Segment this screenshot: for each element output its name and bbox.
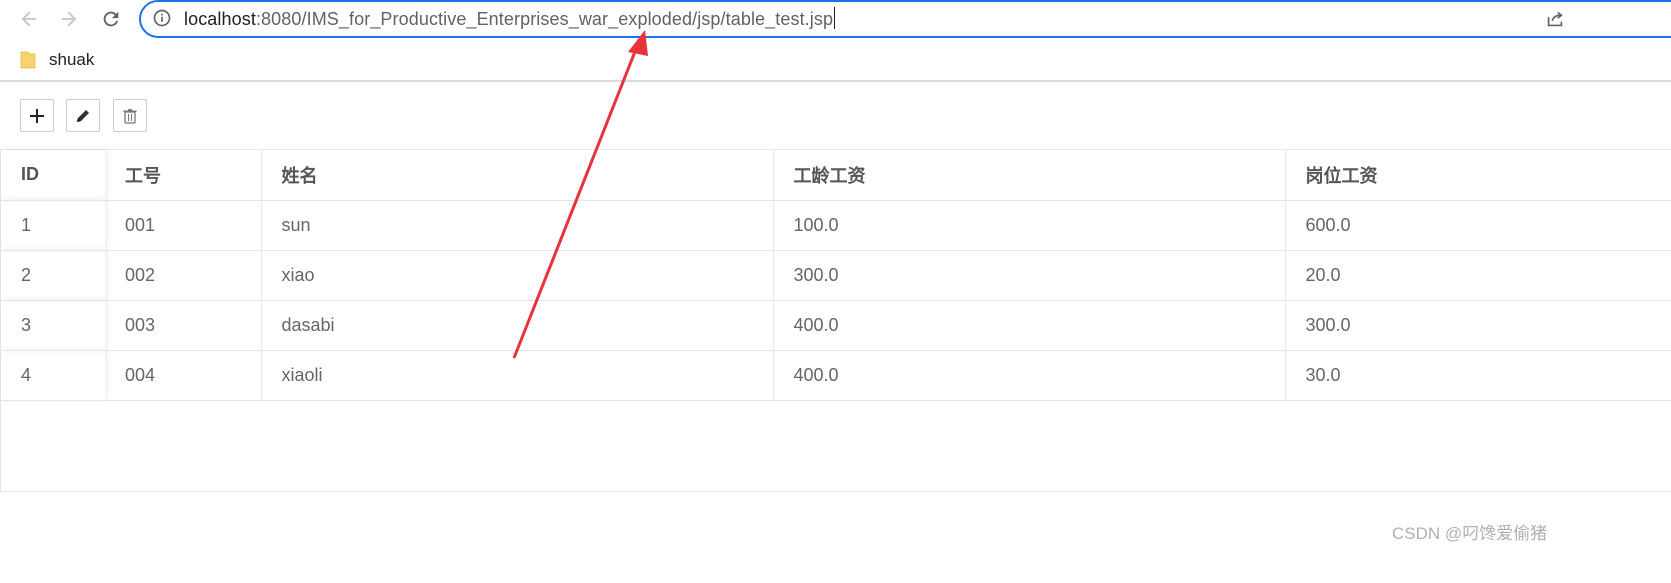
column-header-position-wage[interactable]: 岗位工资 <box>1285 150 1671 201</box>
table-row[interactable]: 3 003 dasabi 400.0 300.0 <box>1 300 1671 351</box>
column-header-seniority-wage[interactable]: 工龄工资 <box>773 150 1286 201</box>
cell-seniority-wage: 100.0 <box>773 200 1286 251</box>
back-button[interactable] <box>14 4 44 34</box>
add-button[interactable] <box>20 99 54 132</box>
browser-toolbar: localhost:8080/IMS_for_Productive_Enterp… <box>0 0 1671 38</box>
cell-name: sun <box>261 200 774 251</box>
cell-employee-no: 001 <box>105 200 262 251</box>
info-icon[interactable] <box>152 8 172 28</box>
url-host: localhost <box>184 9 256 29</box>
watermark: CSDN @叼馋爱偷猪 <box>1392 524 1548 543</box>
delete-button[interactable] <box>113 99 147 132</box>
url-text[interactable]: localhost:8080/IMS_for_Productive_Enterp… <box>184 7 836 30</box>
cell-id: 2 <box>1 250 105 301</box>
table-row[interactable]: 1 001 sun 100.0 600.0 <box>1 200 1671 251</box>
data-table-container: ID 工号 姓名 工龄工资 岗位工资 1 001 sun 100.0 600.0… <box>0 149 1671 492</box>
bookmark-label: shuak <box>49 50 95 69</box>
trash-icon <box>123 108 137 124</box>
edit-button[interactable] <box>66 99 100 132</box>
cell-seniority-wage: 300.0 <box>773 250 1286 301</box>
cell-position-wage: 600.0 <box>1285 200 1671 251</box>
folder-icon <box>20 51 36 69</box>
data-table: ID 工号 姓名 工龄工资 岗位工资 1 001 sun 100.0 600.0… <box>1 150 1671 401</box>
back-arrow-icon <box>21 11 37 27</box>
plus-icon <box>30 108 44 123</box>
bookmarks-bar: shuak <box>0 38 1671 82</box>
cell-name: dasabi <box>261 300 774 351</box>
cell-name: xiaoli <box>261 350 774 401</box>
column-header-name[interactable]: 姓名 <box>261 150 774 201</box>
url-path: :8080/IMS_for_Productive_Enterprises_war… <box>255 9 834 29</box>
table-row[interactable]: 4 004 xiaoli 400.0 30.0 <box>1 350 1671 401</box>
cell-position-wage: 300.0 <box>1285 300 1671 351</box>
cell-id: 4 <box>1 350 105 401</box>
table-row[interactable]: 2 002 xiao 300.0 20.0 <box>1 250 1671 301</box>
cell-employee-no: 003 <box>105 300 262 351</box>
table-header-row: ID 工号 姓名 工龄工资 岗位工资 <box>1 150 1671 201</box>
forward-button[interactable] <box>54 4 84 34</box>
cell-name: xiao <box>261 250 774 301</box>
cell-seniority-wage: 400.0 <box>773 350 1286 401</box>
cell-employee-no: 004 <box>105 350 262 401</box>
reload-icon <box>103 11 119 27</box>
cell-position-wage: 30.0 <box>1285 350 1671 401</box>
pencil-icon <box>77 109 89 122</box>
column-header-employee-no[interactable]: 工号 <box>105 150 262 201</box>
cell-id: 1 <box>1 200 105 251</box>
cell-id: 3 <box>1 300 105 351</box>
bookmark-folder-shuak[interactable]: shuak <box>20 50 94 70</box>
cell-position-wage: 20.0 <box>1285 250 1671 301</box>
text-cursor <box>834 7 836 29</box>
reload-button[interactable] <box>96 4 126 34</box>
cell-employee-no: 002 <box>105 250 262 301</box>
share-icon[interactable] <box>1544 8 1566 30</box>
column-header-id[interactable]: ID <box>1 150 105 201</box>
forward-arrow-icon <box>61 11 77 27</box>
cell-seniority-wage: 400.0 <box>773 300 1286 351</box>
